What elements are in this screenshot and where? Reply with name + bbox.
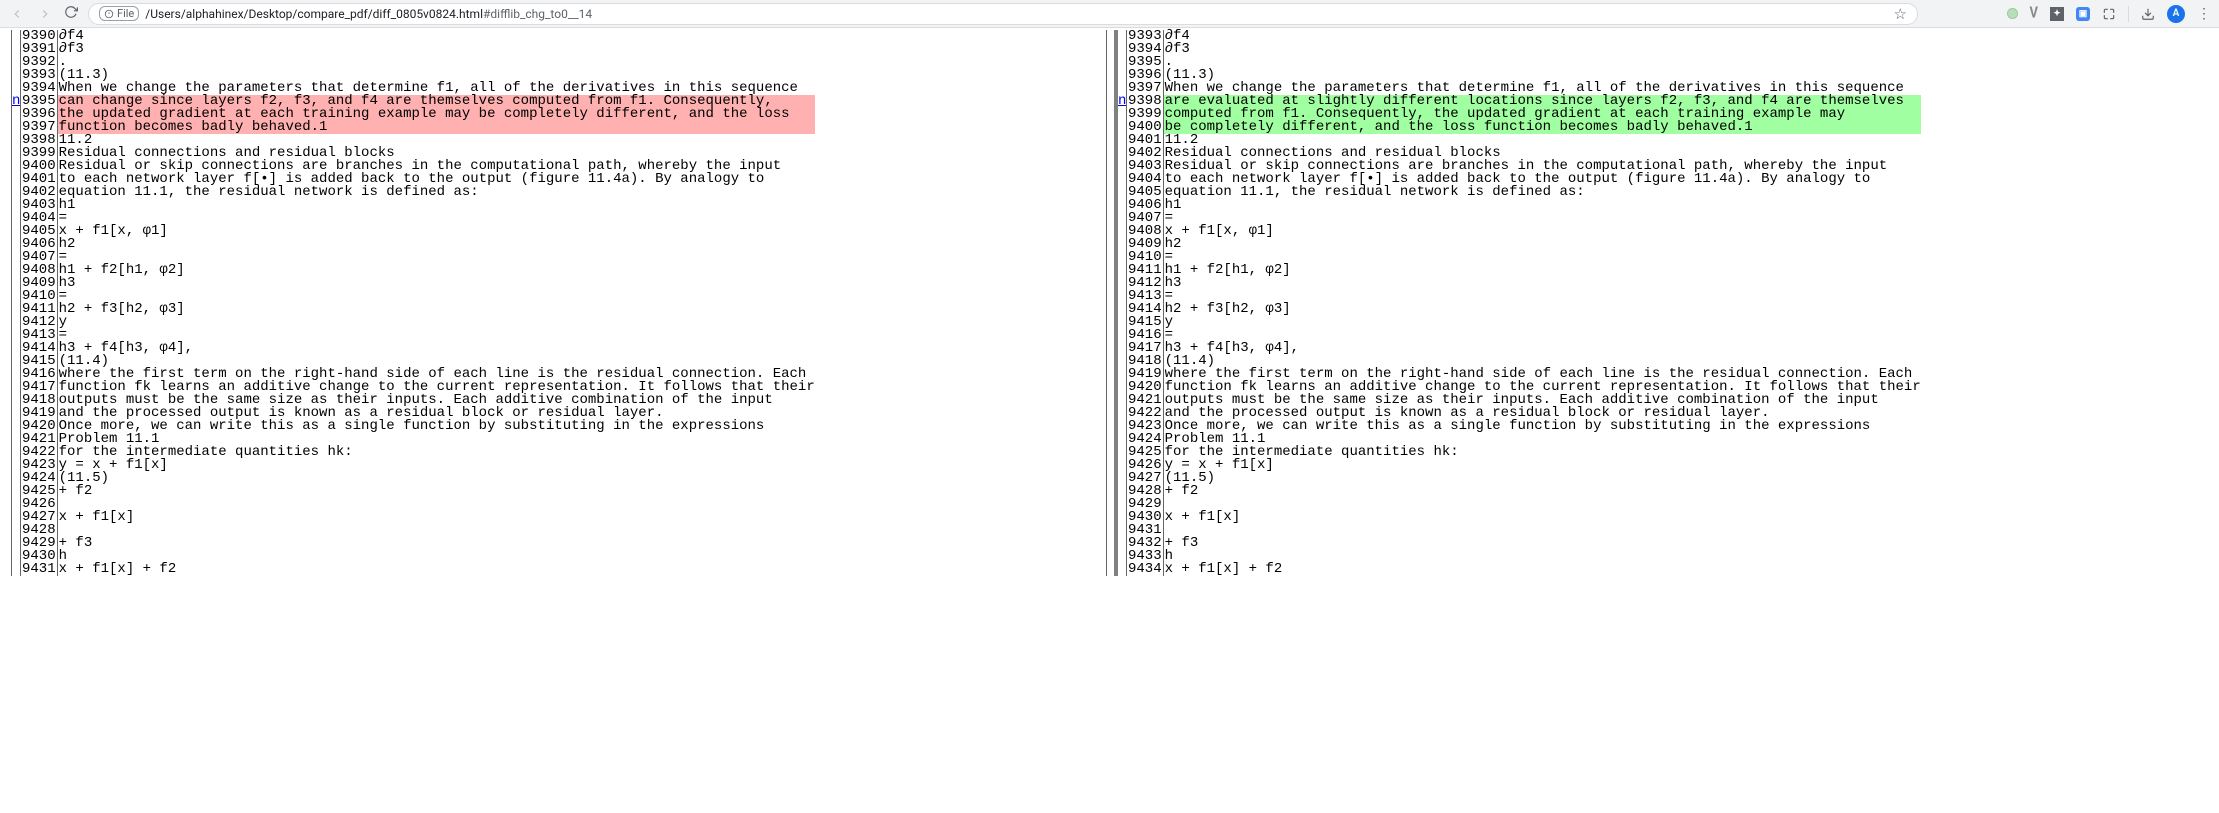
line-text — [58, 498, 815, 511]
line-text: ∂f4 — [1164, 30, 1921, 43]
line-text: function becomes badly behaved.1 — [58, 121, 815, 134]
line-text: + f2 — [1164, 485, 1921, 498]
line-text: (11.5) — [58, 472, 815, 485]
line-text: be completely different, and the loss fu… — [1164, 121, 1921, 134]
file-chip-label: File — [117, 7, 134, 20]
line-text: equation 11.1, the residual network is d… — [1164, 186, 1921, 199]
reload-button[interactable] — [64, 5, 78, 23]
extension-square-icon[interactable]: ✦ — [2050, 7, 2064, 21]
line-text: x + f1[x] + f2 — [1164, 563, 1921, 576]
line-text: x + f1[x, φ1] — [58, 225, 815, 238]
right-link-col: n — [1118, 30, 1126, 576]
line-text — [1164, 524, 1921, 537]
line-text: h2 + f3[h2, φ3] — [58, 303, 815, 316]
avatar[interactable]: A — [2167, 5, 2185, 23]
left-pane: n 93909391939293939394939593969397939893… — [12, 30, 1106, 576]
line-text: y — [1164, 316, 1921, 329]
toolbar-right: V ✦ ▣ A ⋮ — [2007, 5, 2210, 23]
line-text: h3 — [58, 277, 815, 290]
separator — [2128, 6, 2129, 22]
right-pane: n 93939394939593969397939893999400940194… — [1118, 30, 2212, 576]
line-text — [58, 524, 815, 537]
line-text: ∂f3 — [1164, 43, 1921, 56]
extension-v-icon[interactable]: V — [2030, 5, 2039, 23]
left-link-col: n — [12, 30, 20, 576]
line-number: 9431 — [21, 563, 57, 576]
line-text: for the intermediate quantities hk: — [1164, 446, 1921, 459]
line-text: y = x + f1[x] — [1164, 459, 1921, 472]
line-text: h1 — [58, 199, 815, 212]
line-text: + f3 — [1164, 537, 1921, 550]
left-text: ∂f4∂f3.(11.3)When we change the paramete… — [58, 30, 815, 576]
forward-button[interactable] — [36, 5, 54, 23]
line-text: h3 + f4[h3, φ4], — [1164, 342, 1921, 355]
line-text: h3 + f4[h3, φ4], — [58, 342, 815, 355]
line-text: + f3 — [58, 537, 815, 550]
line-text: y = x + f1[x] — [58, 459, 815, 472]
extensions-icon[interactable] — [2102, 7, 2116, 21]
line-text: . — [58, 56, 815, 69]
right-text: ∂f4∂f3.(11.3)When we change the paramete… — [1164, 30, 1921, 576]
line-text: h2 — [1164, 238, 1921, 251]
line-text: x + f1[x, φ1] — [1164, 225, 1921, 238]
line-text: Once more, we can write this as a single… — [1164, 420, 1921, 433]
back-button[interactable] — [8, 5, 26, 23]
line-text — [1164, 498, 1921, 511]
line-text: x + f1[x] — [1164, 511, 1921, 524]
right-line-numbers: 9393939493959396939793989399940094019402… — [1126, 30, 1164, 576]
line-text: h1 + f2[h1, φ2] — [58, 264, 815, 277]
menu-icon[interactable]: ⋮ — [2197, 6, 2209, 22]
bookmark-icon[interactable]: ☆ — [1894, 5, 1907, 23]
line-text: h1 + f2[h1, φ2] — [1164, 264, 1921, 277]
line-number: 9434 — [1127, 563, 1163, 576]
line-text: y — [58, 316, 815, 329]
line-text: Once more, we can write this as a single… — [58, 420, 815, 433]
url-text: /Users/alphahinex/Desktop/compare_pdf/di… — [145, 7, 592, 21]
outer-gutter — [0, 30, 12, 576]
file-icon — [104, 9, 114, 19]
line-text: x + f1[x] + f2 — [58, 563, 815, 576]
line-text: h2 — [58, 238, 815, 251]
line-text: for the intermediate quantities hk: — [58, 446, 815, 459]
line-text: + f2 — [58, 485, 815, 498]
line-text: h1 — [1164, 199, 1921, 212]
line-text: h2 + f3[h2, φ3] — [1164, 303, 1921, 316]
line-text: x + f1[x] — [58, 511, 815, 524]
line-text: h3 — [1164, 277, 1921, 290]
address-bar[interactable]: File /Users/alphahinex/Desktop/compare_p… — [88, 3, 1918, 25]
file-chip: File — [99, 6, 139, 21]
line-text: ∂f4 — [58, 30, 815, 43]
download-icon[interactable] — [2141, 7, 2155, 21]
line-text: ∂f3 — [58, 43, 815, 56]
line-text: equation 11.1, the residual network is d… — [58, 186, 815, 199]
line-text: . — [1164, 56, 1921, 69]
left-line-numbers: 9390939193929393939493959396939793989399… — [20, 30, 58, 576]
line-text: = — [58, 212, 815, 225]
pane-separator — [1106, 30, 1118, 576]
diff-view: n 93909391939293939394939593969397939893… — [0, 28, 2219, 576]
extension-dot-icon[interactable] — [2007, 8, 2018, 19]
line-text: = — [1164, 212, 1921, 225]
extension-blue-icon[interactable]: ▣ — [2076, 7, 2090, 21]
line-text: (11.5) — [1164, 472, 1921, 485]
browser-toolbar: File /Users/alphahinex/Desktop/compare_p… — [0, 0, 2219, 28]
